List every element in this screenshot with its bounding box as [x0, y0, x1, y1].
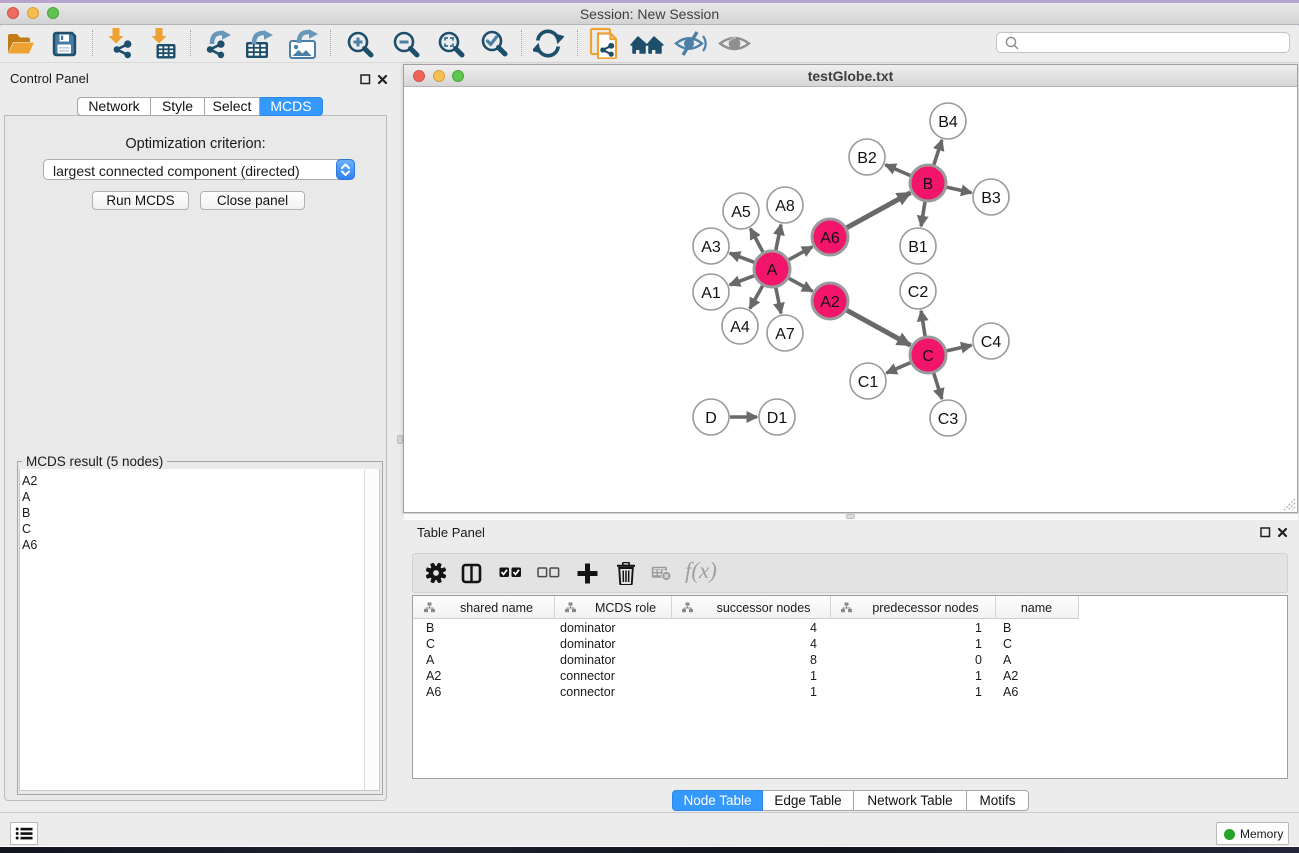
svg-text:A3: A3 [701, 239, 721, 256]
svg-text:D: D [705, 410, 717, 427]
svg-text:C4: C4 [981, 334, 1002, 351]
svg-text:A8: A8 [775, 198, 795, 215]
svg-text:A6: A6 [820, 230, 840, 247]
svg-text:B3: B3 [981, 190, 1001, 207]
svg-text:B: B [923, 176, 934, 193]
svg-text:C: C [922, 348, 934, 365]
svg-text:C3: C3 [938, 411, 959, 428]
svg-text:C1: C1 [858, 374, 879, 391]
svg-text:D1: D1 [767, 410, 788, 427]
svg-text:B4: B4 [938, 114, 958, 131]
svg-text:A7: A7 [775, 326, 795, 343]
svg-text:C2: C2 [908, 284, 929, 301]
svg-text:B2: B2 [857, 150, 877, 167]
svg-text:B1: B1 [908, 239, 928, 256]
svg-text:A: A [767, 262, 778, 279]
svg-text:A1: A1 [701, 285, 721, 302]
svg-text:A5: A5 [731, 204, 751, 221]
svg-text:A2: A2 [820, 294, 840, 311]
svg-text:A4: A4 [730, 319, 750, 336]
